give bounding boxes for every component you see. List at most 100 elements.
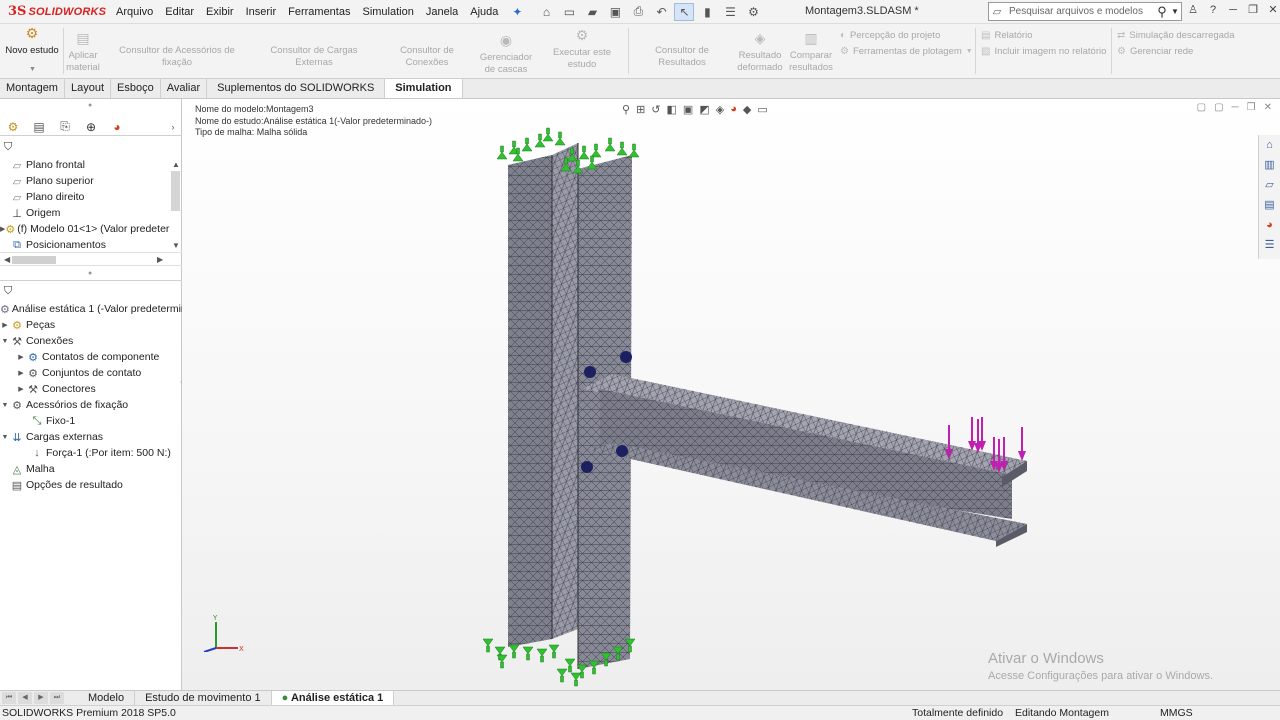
filter-icon[interactable]: ⛉ [4, 285, 12, 298]
prev-tab-icon[interactable]: ◀ [18, 692, 32, 704]
open-icon[interactable]: ▰ [582, 3, 602, 21]
menu-exibir[interactable]: Exibir [200, 6, 240, 18]
help-icon[interactable]: ? [1206, 4, 1220, 16]
next-tab-icon[interactable]: ▶ [34, 692, 48, 704]
tab-simulation[interactable]: Simulation [385, 79, 463, 98]
scroll-down-icon[interactable]: ▼ [172, 241, 180, 250]
gerenciador-cascas-button[interactable]: ◉ Gerenciador de cascas [478, 33, 534, 76]
consultor-cargas-button[interactable]: Consultor de Cargas Externas [252, 32, 376, 69]
feature-manager-icon[interactable]: ⚙ [5, 120, 21, 134]
tab-suplementos[interactable]: Suplementos do SOLIDWORKS [207, 79, 386, 98]
tree-item-acessorios-fixacao[interactable]: ▼ ⚙ Acessórios de fixação [0, 397, 182, 413]
menu-ferramentas[interactable]: Ferramentas [282, 6, 356, 18]
last-tab-icon[interactable]: ⏭ [50, 692, 64, 704]
tree-item-posicionamentos[interactable]: ⧉ Posicionamentos [0, 237, 172, 253]
search-dropdown-icon[interactable]: ▼ [1171, 7, 1181, 16]
minimize-icon[interactable]: ─ [1226, 4, 1240, 16]
tree-item-plano-frontal[interactable]: ▱ Plano frontal [0, 157, 172, 173]
menu-arquivo[interactable]: Arquivo [110, 6, 159, 18]
menu-ajuda[interactable]: Ajuda [464, 6, 504, 18]
graphics-area[interactable]: Nome do modelo:Montagem3 Nome do estudo:… [182, 99, 1280, 690]
consultor-conexoes-button[interactable]: Consultor de Conexões [378, 32, 476, 69]
tree-item-contatos-componente[interactable]: ▶ ⚙ Contatos de componente [16, 349, 182, 365]
vertical-scrollbar[interactable] [171, 171, 180, 211]
collapse-icon[interactable]: ▼ [0, 402, 10, 409]
incluir-imagem-button[interactable]: ▧ Incluir imagem no relatório [981, 46, 1106, 57]
undo-icon[interactable]: ↶ [651, 3, 671, 21]
select-icon[interactable]: ↖ [674, 2, 695, 21]
mesh-model[interactable] [182, 99, 1280, 690]
search-box[interactable]: ▱ Pesquisar arquivos e modelos ⚲ ▼ [988, 2, 1182, 21]
scroll-up-icon[interactable]: ▲ [172, 160, 180, 169]
tree-item-fixo-1[interactable]: ⤡ Fixo-1 [30, 413, 182, 429]
tab-modelo[interactable]: Modelo [78, 691, 136, 705]
collapse-icon[interactable]: ▼ [0, 434, 10, 441]
filter-icon[interactable]: ⛉ [4, 141, 12, 154]
executar-estudo-button[interactable]: ⚙ Executar este estudo [538, 28, 626, 71]
splitter-handle[interactable]: ● [88, 270, 92, 277]
tree-item-conectores[interactable]: ▶ ⚒ Conectores [16, 381, 182, 397]
relatorio-button[interactable]: ▤ Relatório [981, 30, 1032, 41]
ferramentas-plotagem-button[interactable]: ⚙ Ferramentas de plotagem ▼ [840, 46, 973, 57]
scroll-right-icon[interactable]: ▶ [157, 255, 163, 264]
print-icon[interactable]: ⎙ [628, 3, 648, 21]
solidworks-logo[interactable]: 3S SOLIDWORKS [0, 0, 110, 24]
dimxpert-icon[interactable]: ⊕ [83, 120, 99, 134]
tab-avaliar[interactable]: Avaliar [161, 79, 208, 98]
scroll-left-icon[interactable]: ◀ [4, 255, 10, 264]
pin-icon[interactable]: ✦ [512, 5, 522, 19]
expand-icon[interactable]: ▶ [16, 353, 26, 361]
tab-montagem[interactable]: Montagem [0, 79, 65, 98]
tree-item-opcoes-resultado[interactable]: ▤ Opções de resultado [0, 477, 182, 493]
home-icon[interactable]: ⌂ [536, 3, 556, 21]
first-tab-icon[interactable]: ⏮ [2, 692, 16, 704]
restore-icon[interactable]: ❐ [1246, 3, 1260, 16]
consultor-resultados-button[interactable]: Consultor de Resultados [630, 32, 734, 69]
novo-estudo-button[interactable]: ⚙ Novo estudo [2, 26, 62, 57]
tree-item-origem[interactable]: ⊥ Origem [0, 205, 172, 221]
search-icon[interactable]: ⚲ [1153, 4, 1171, 20]
tree-item-cargas-externas[interactable]: ▼ ⇊ Cargas externas [0, 429, 182, 445]
collapse-icon[interactable]: ▼ [0, 338, 10, 345]
close-icon[interactable]: ✕ [1266, 3, 1280, 16]
display-manager-icon[interactable]: ◕ [109, 120, 125, 134]
expand-icon[interactable]: ▶ [16, 385, 26, 393]
search-input[interactable]: Pesquisar arquivos e modelos [1005, 6, 1153, 17]
chevron-right-icon[interactable]: › [165, 122, 181, 132]
percepcao-projeto-button[interactable]: ◐ Percepção do projeto [840, 30, 940, 41]
tree-item-modelo[interactable]: ▶⚙ (f) Modelo 01<1> (Valor predeterminad… [0, 221, 170, 237]
chevron-down-icon[interactable]: ▼ [29, 66, 36, 73]
expand-icon[interactable]: ▶ [0, 321, 10, 329]
save-icon[interactable]: ▣ [605, 3, 625, 21]
expand-icon[interactable]: ▶ [16, 369, 26, 377]
tree-item-forca-1[interactable]: ↓ Força-1 (:Por item: 500 N:) [30, 445, 182, 461]
scrollbar-thumb[interactable] [12, 256, 56, 264]
file-properties-icon[interactable]: ☰ [720, 3, 740, 21]
tree-item-plano-direito[interactable]: ▱ Plano direito [0, 189, 172, 205]
consultor-fixacao-button[interactable]: Consultor de Acessórios de fixação [104, 32, 250, 69]
beam[interactable] [582, 374, 1027, 547]
configuration-manager-icon[interactable]: ⎘ [57, 119, 73, 134]
rebuild-icon[interactable]: ▮ [697, 3, 717, 21]
status-units[interactable]: MMGS [1160, 707, 1193, 719]
gerenciar-rede-button[interactable]: ⚙ Gerenciar rede [1117, 46, 1193, 57]
search-folder-icon[interactable]: ▱ [989, 5, 1005, 18]
chevron-down-icon[interactable]: ▼ [966, 48, 973, 55]
tree-item-malha[interactable]: ◬ Malha [0, 461, 182, 477]
tree-item-plano-superior[interactable]: ▱ Plano superior [0, 173, 172, 189]
aplicar-material-button[interactable]: ▤ Aplicar material [64, 31, 102, 74]
tab-layout[interactable]: Layout [65, 79, 112, 98]
horizontal-scrollbar[interactable]: ◀ ▶ [0, 252, 182, 266]
user-icon[interactable]: ♙ [1186, 3, 1200, 16]
tree-item-conjuntos-contato[interactable]: ▶ ⚙ Conjuntos de contato [16, 365, 182, 381]
menu-simulation[interactable]: Simulation [356, 6, 419, 18]
tab-estudo-movimento[interactable]: Estudo de movimento 1 [135, 691, 272, 705]
menu-inserir[interactable]: Inserir [240, 6, 283, 18]
property-manager-icon[interactable]: ▤ [31, 120, 47, 134]
splitter-handle[interactable]: ● [88, 102, 92, 109]
tab-analise-estatica[interactable]: ● Análise estática 1 [271, 691, 395, 705]
menu-editar[interactable]: Editar [159, 6, 200, 18]
new-document-icon[interactable]: ▭ [559, 3, 579, 21]
menu-janela[interactable]: Janela [420, 6, 464, 18]
comparar-resultados-button[interactable]: ▥ Comparar resultados [786, 31, 836, 74]
